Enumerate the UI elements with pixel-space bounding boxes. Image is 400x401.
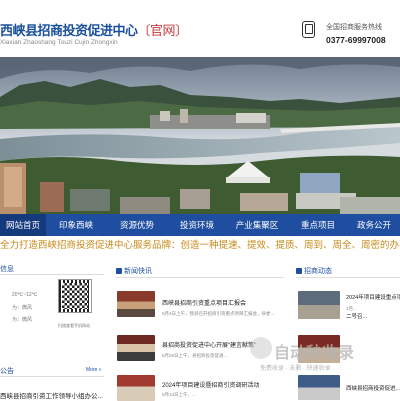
nav-item-home[interactable]: 网站首页 bbox=[0, 214, 46, 236]
nav-item-investment-environment[interactable]: 投资环境 bbox=[168, 214, 226, 236]
news-summary-3: 5月13日上午，... bbox=[162, 392, 196, 397]
nav-item-key-projects[interactable]: 重点项目 bbox=[288, 214, 348, 236]
projects-panel-divider bbox=[296, 277, 400, 278]
announcement-more-link[interactable]: More » bbox=[86, 367, 102, 373]
projects-panel-title: 招商动态 bbox=[296, 266, 332, 276]
news-title-3[interactable]: 2024年项目建设暨招商引资调研活动 bbox=[162, 380, 259, 389]
nav-item-industrial-zone[interactable]: 产业集聚区 bbox=[226, 214, 288, 236]
watermark-sub-text: 免费收录 · 未删 · 快速收录 bbox=[260, 366, 331, 372]
announcement-title: 公告 bbox=[0, 368, 14, 375]
left-panel-divider bbox=[0, 274, 104, 275]
official-badge: 〔官网〕 bbox=[137, 24, 189, 39]
qr-caption: 扫描查看手机网站 bbox=[58, 323, 90, 328]
news-thumbnail-3[interactable] bbox=[117, 375, 155, 401]
qr-code-pattern bbox=[62, 283, 88, 309]
news-summary-2: 5月26日上午，县招商投资促进... bbox=[162, 353, 228, 358]
weather-text: 20℃~12℃ bbox=[12, 292, 38, 298]
nav-item-impression[interactable]: 印象西峡 bbox=[46, 214, 106, 236]
announcement-item[interactable]: 西峡县招商引资工作领导小组办公... bbox=[0, 390, 103, 400]
wind-text-2: 为：微风 bbox=[12, 317, 33, 323]
projects-title-2[interactable]: 二号召... bbox=[346, 312, 367, 320]
site-title-text: 西峡县招商投资促进中心 bbox=[0, 24, 138, 39]
banner-landscape-image bbox=[0, 57, 400, 214]
projects-thumbnail-3[interactable] bbox=[298, 375, 340, 400]
left-panel-title: 信息 bbox=[0, 266, 14, 273]
nav-item-resources[interactable]: 资源优势 bbox=[106, 214, 168, 236]
notice-marquee: 全力打造西峡招商投资促进中心服务品牌：创造一种提速、提效、提质、周到、周全、周密… bbox=[0, 240, 400, 251]
news-panel-divider bbox=[116, 277, 284, 278]
news-panel-title: 新闻快讯 bbox=[116, 266, 152, 276]
hotline-label: 全国招商服务热线 bbox=[326, 24, 382, 31]
news-title-2[interactable]: 县招商投资促进中心开展“建言献策” bbox=[162, 340, 256, 349]
wind-text: 为：微风 bbox=[12, 305, 33, 311]
projects-panel-title-text: 招商动态 bbox=[304, 268, 332, 275]
projects-thumbnail-1[interactable] bbox=[298, 291, 340, 319]
hotline-number: 0377-69997008 bbox=[326, 35, 386, 45]
projects-title-1[interactable]: 2024年项目建设重点项目汇报 bbox=[346, 293, 400, 301]
news-icon bbox=[116, 268, 122, 275]
site-title[interactable]: 西峡县招商投资促进中心〔官网〕 bbox=[0, 20, 188, 39]
main-nav: 网站首页 印象西峡 资源优势 投资环境 产业集聚区 重点项目 政务公开 bbox=[0, 214, 400, 236]
site-header: 西峡县招商投资促进中心〔官网〕 Xiaxian Zhaoshang Touzi … bbox=[0, 0, 400, 57]
news-title-1[interactable]: 西峡县招商引资重点项目汇报会 bbox=[162, 298, 246, 307]
projects-icon bbox=[296, 268, 302, 275]
site-pinyin: Xiaxian Zhaoshang Touzi Cujin Zhongxin bbox=[0, 39, 118, 46]
announcement-divider bbox=[0, 376, 104, 377]
news-panel-title-text: 新闻快讯 bbox=[124, 268, 152, 275]
hero-banner bbox=[0, 57, 400, 214]
qr-code bbox=[58, 279, 92, 313]
news-thumbnail-1[interactable] bbox=[117, 291, 155, 317]
nav-item-government-affairs[interactable]: 政务公开 bbox=[348, 214, 400, 236]
projects-title-3[interactable]: 西峡县招商投资促进... bbox=[346, 384, 400, 392]
projects-thumbnail-2[interactable] bbox=[298, 335, 340, 363]
phone-icon bbox=[302, 21, 315, 38]
news-summary-1: 6月4日上午，我县召开招商引资重点项目汇报会，县委... bbox=[162, 311, 275, 316]
news-thumbnail-2[interactable] bbox=[117, 335, 155, 361]
